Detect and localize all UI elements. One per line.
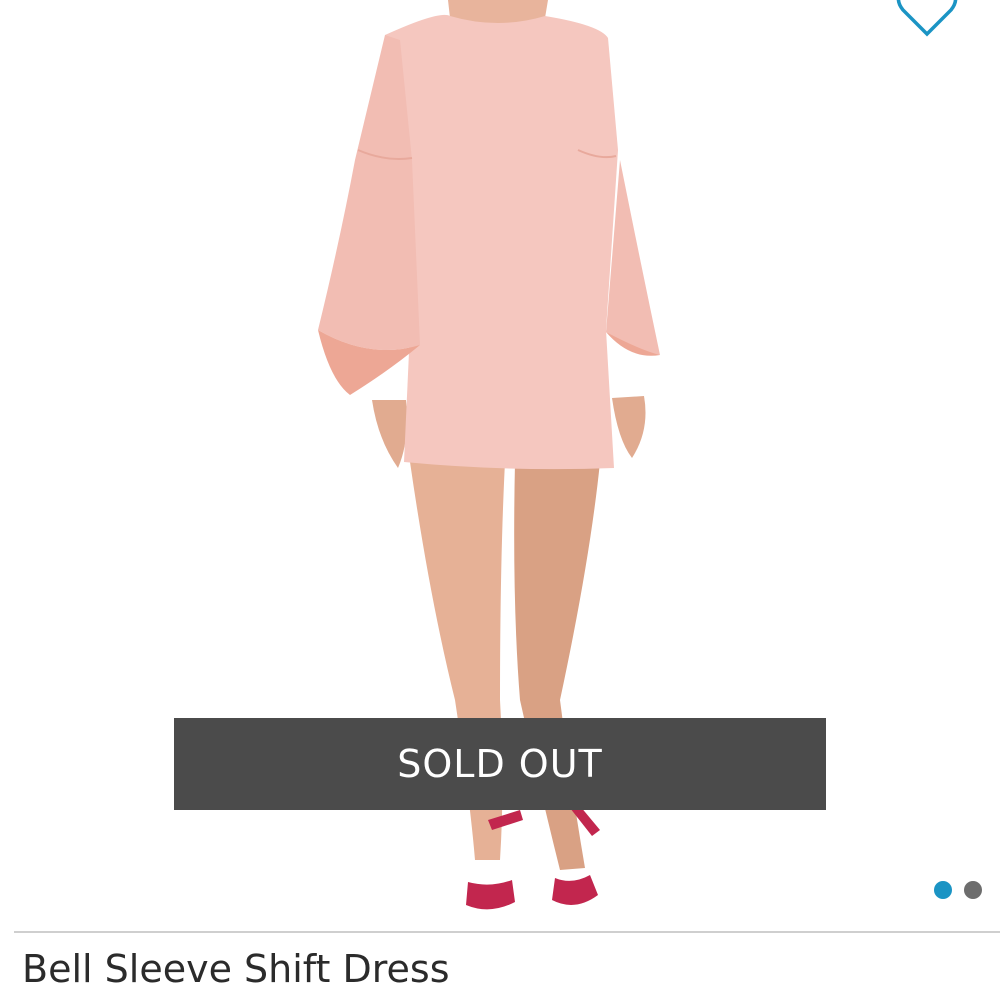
carousel-dot-2[interactable]	[964, 881, 982, 899]
product-detail-page: SOLD OUT Bell Sleeve Shift Dress	[0, 0, 1000, 1000]
divider	[14, 931, 1000, 933]
sold-out-badge: SOLD OUT	[174, 718, 826, 810]
carousel-indicator[interactable]	[934, 881, 982, 899]
carousel-dot-1[interactable]	[934, 881, 952, 899]
product-title: Bell Sleeve Shift Dress	[22, 947, 450, 991]
heart-outline-icon[interactable]	[895, 0, 959, 40]
